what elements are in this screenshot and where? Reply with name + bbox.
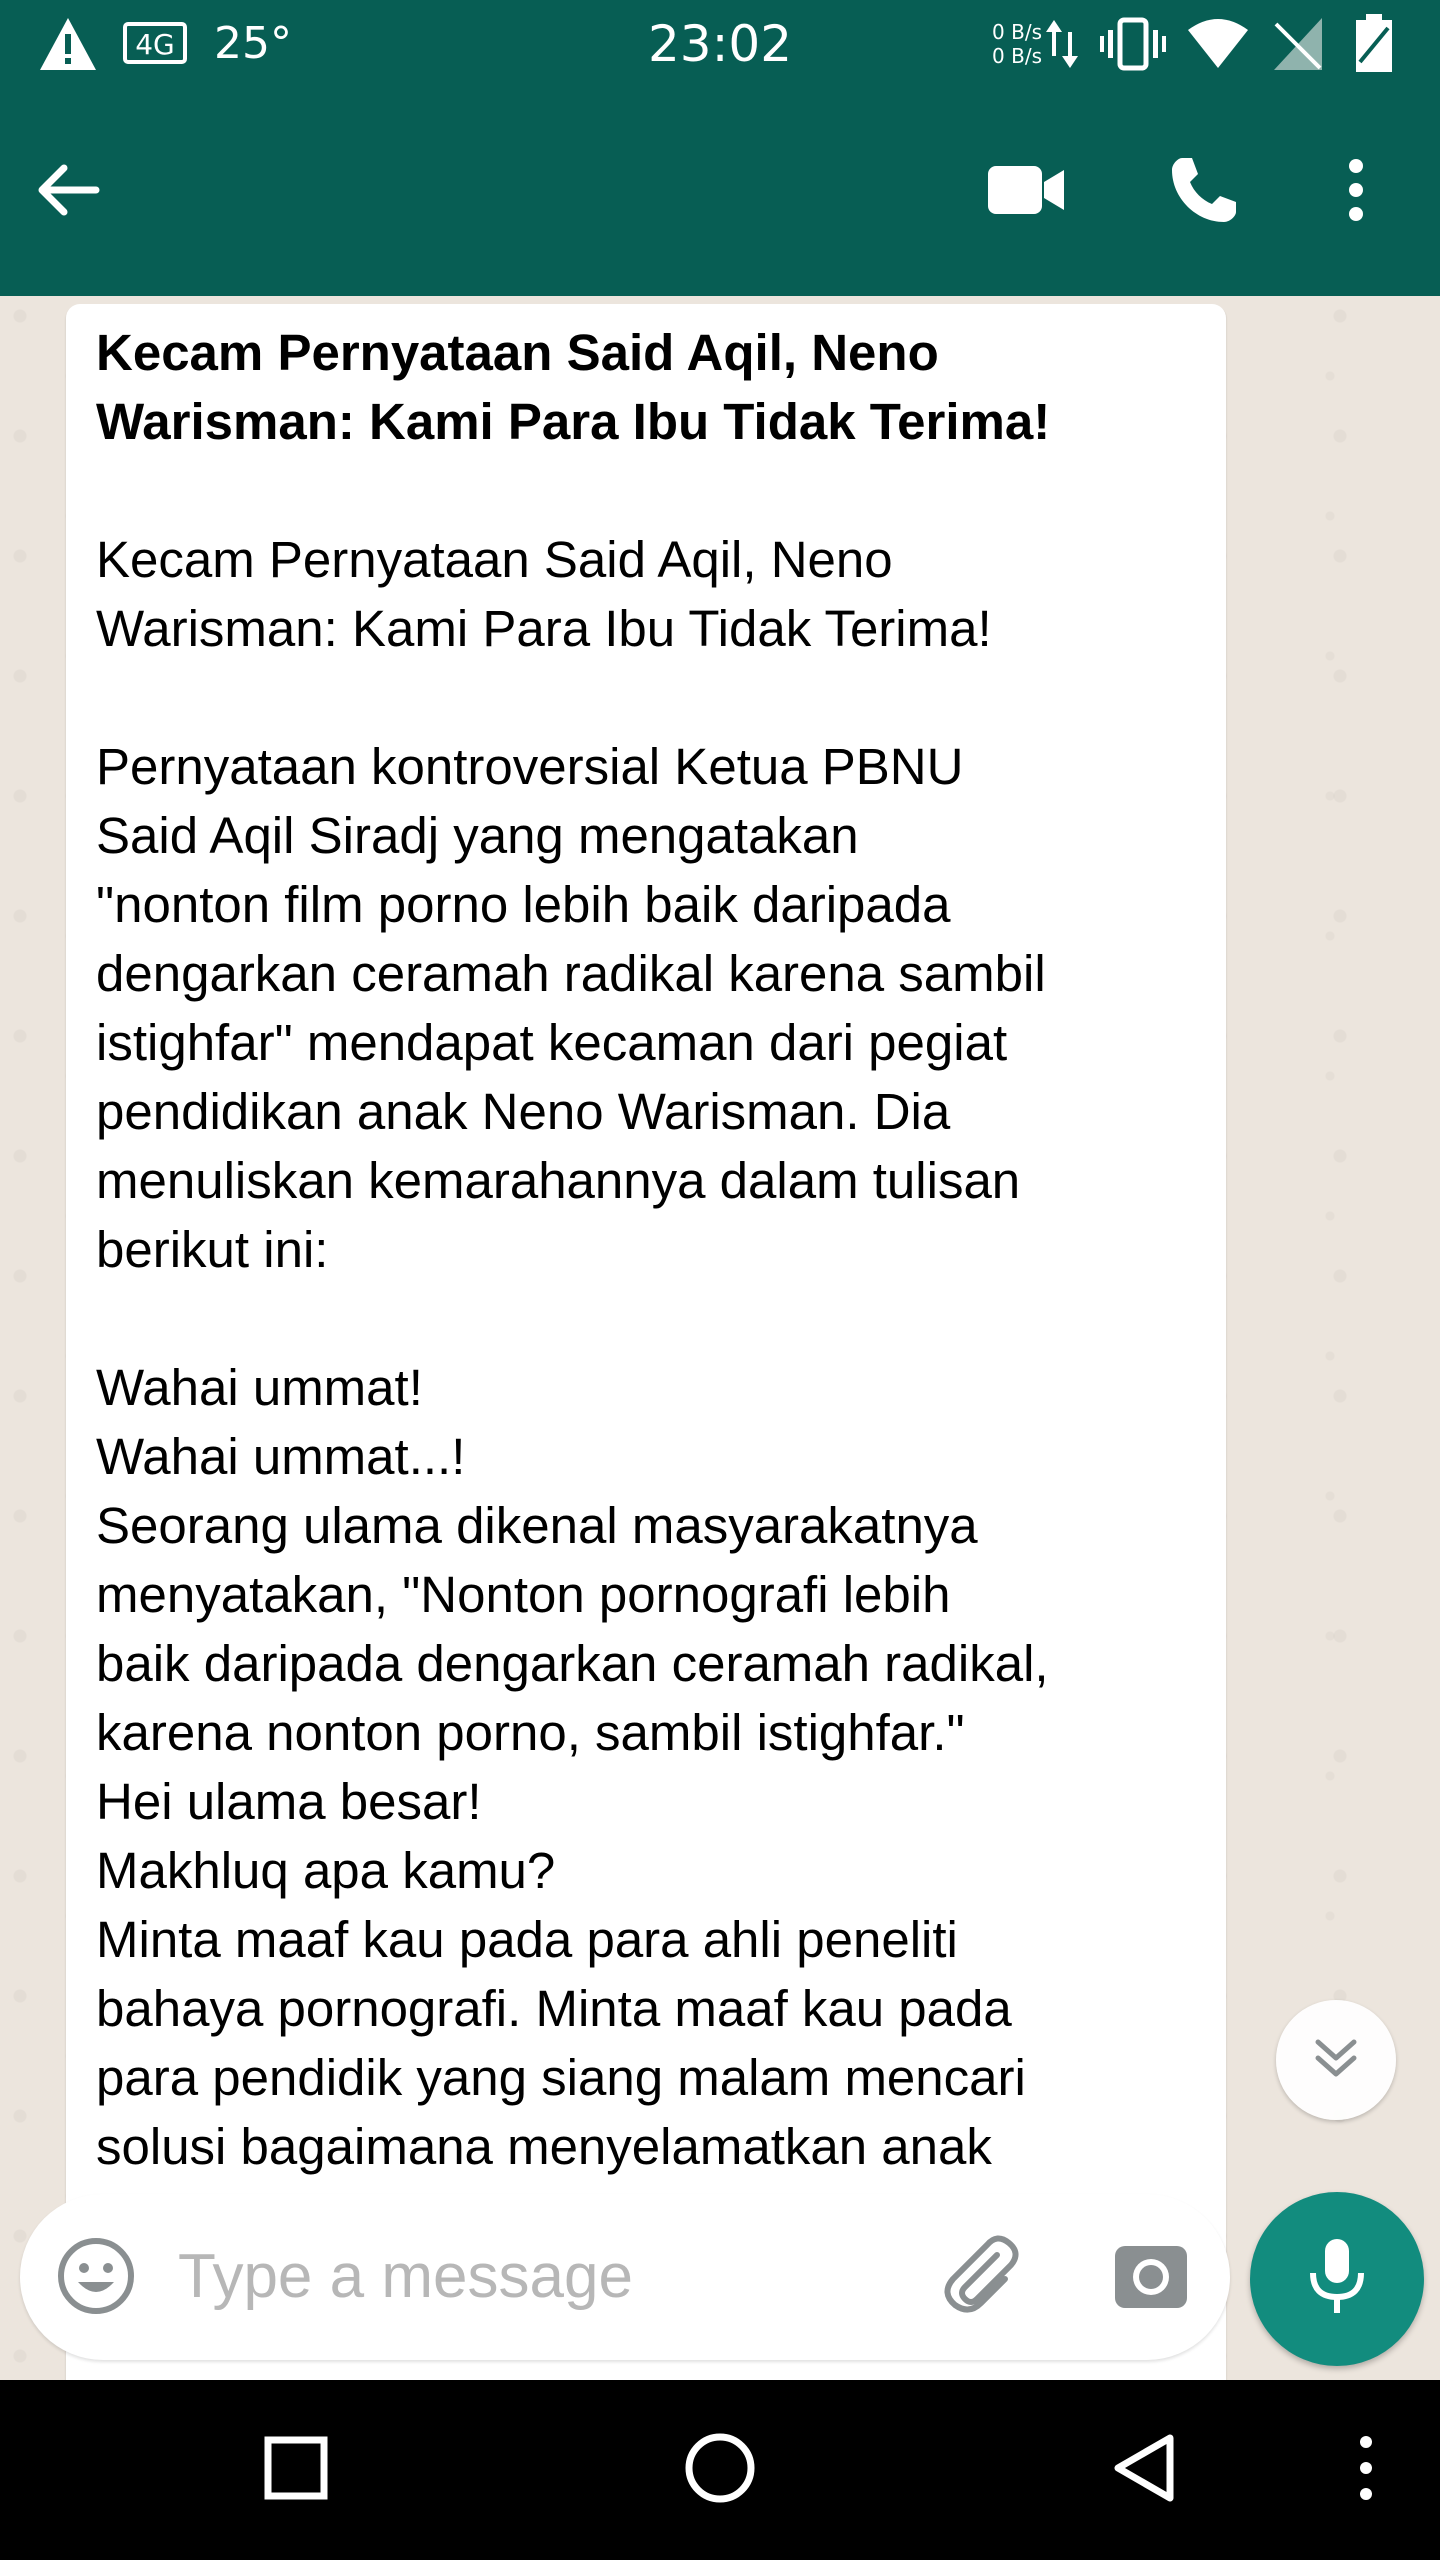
message-text: Kecam Pernyataan Said Aqil, Neno Warisma… bbox=[96, 318, 1196, 2181]
emoji-icon bbox=[56, 2236, 136, 2320]
net-speed-up: 0 B/s bbox=[992, 20, 1042, 44]
status-bar: 4G 25° 23:02 0 B/s 0 B/s bbox=[0, 0, 1440, 88]
message-input[interactable]: Type a message bbox=[178, 2238, 633, 2316]
whatsapp-chat-screen: 4G 25° 23:02 0 B/s 0 B/s Kecam Pernyataa… bbox=[0, 0, 1440, 2560]
vibrate-icon bbox=[1098, 14, 1168, 78]
wifi-icon bbox=[1186, 16, 1250, 74]
message-title: Kecam Pernyataan Said Aqil, Neno Warisma… bbox=[96, 324, 1051, 450]
arrow-back-icon bbox=[36, 162, 100, 222]
camera-icon bbox=[1113, 2240, 1189, 2314]
video-camera-icon bbox=[986, 164, 1066, 220]
net-speed: 0 B/s 0 B/s bbox=[986, 20, 1042, 68]
more-vert-icon bbox=[1358, 2434, 1374, 2506]
voice-message-button[interactable] bbox=[1250, 2192, 1424, 2366]
voice-call-button[interactable] bbox=[1154, 142, 1254, 242]
circle-icon bbox=[684, 2432, 756, 2508]
no-signal-icon bbox=[1272, 16, 1324, 76]
message-body: Kecam Pernyataan Said Aqil, Neno Warisma… bbox=[96, 531, 1049, 2175]
microphone-icon bbox=[1307, 2237, 1367, 2321]
data-arrows-icon bbox=[1044, 16, 1080, 76]
net-speed-down: 0 B/s bbox=[992, 44, 1042, 68]
back-button[interactable] bbox=[18, 142, 118, 242]
phone-icon bbox=[1168, 154, 1240, 230]
battery-icon bbox=[1354, 14, 1394, 78]
square-icon bbox=[264, 2436, 328, 2504]
system-nav-bar bbox=[0, 2380, 1440, 2560]
paperclip-icon bbox=[939, 2233, 1023, 2321]
home-button[interactable] bbox=[670, 2420, 770, 2520]
message-bubble[interactable]: Kecam Pernyataan Said Aqil, Neno Warisma… bbox=[66, 304, 1226, 2380]
more-vert-icon bbox=[1346, 158, 1366, 226]
camera-button[interactable] bbox=[1106, 2232, 1196, 2322]
chat-area[interactable]: Kecam Pernyataan Said Aqil, Neno Warisma… bbox=[0, 296, 1440, 2380]
emoji-button[interactable] bbox=[52, 2234, 140, 2322]
attach-button[interactable] bbox=[936, 2232, 1026, 2322]
scroll-to-bottom-button[interactable] bbox=[1276, 2000, 1396, 2120]
video-call-button[interactable] bbox=[976, 142, 1076, 242]
more-options-button[interactable] bbox=[1316, 142, 1396, 242]
chat-header bbox=[0, 88, 1440, 296]
recents-button[interactable] bbox=[246, 2420, 346, 2520]
back-nav-button[interactable] bbox=[1094, 2420, 1194, 2520]
triangle-back-icon bbox=[1112, 2432, 1176, 2508]
message-composer: Type a message bbox=[20, 2194, 1230, 2360]
nav-menu-button[interactable] bbox=[1346, 2420, 1386, 2520]
double-chevron-down-icon bbox=[1312, 2036, 1360, 2084]
